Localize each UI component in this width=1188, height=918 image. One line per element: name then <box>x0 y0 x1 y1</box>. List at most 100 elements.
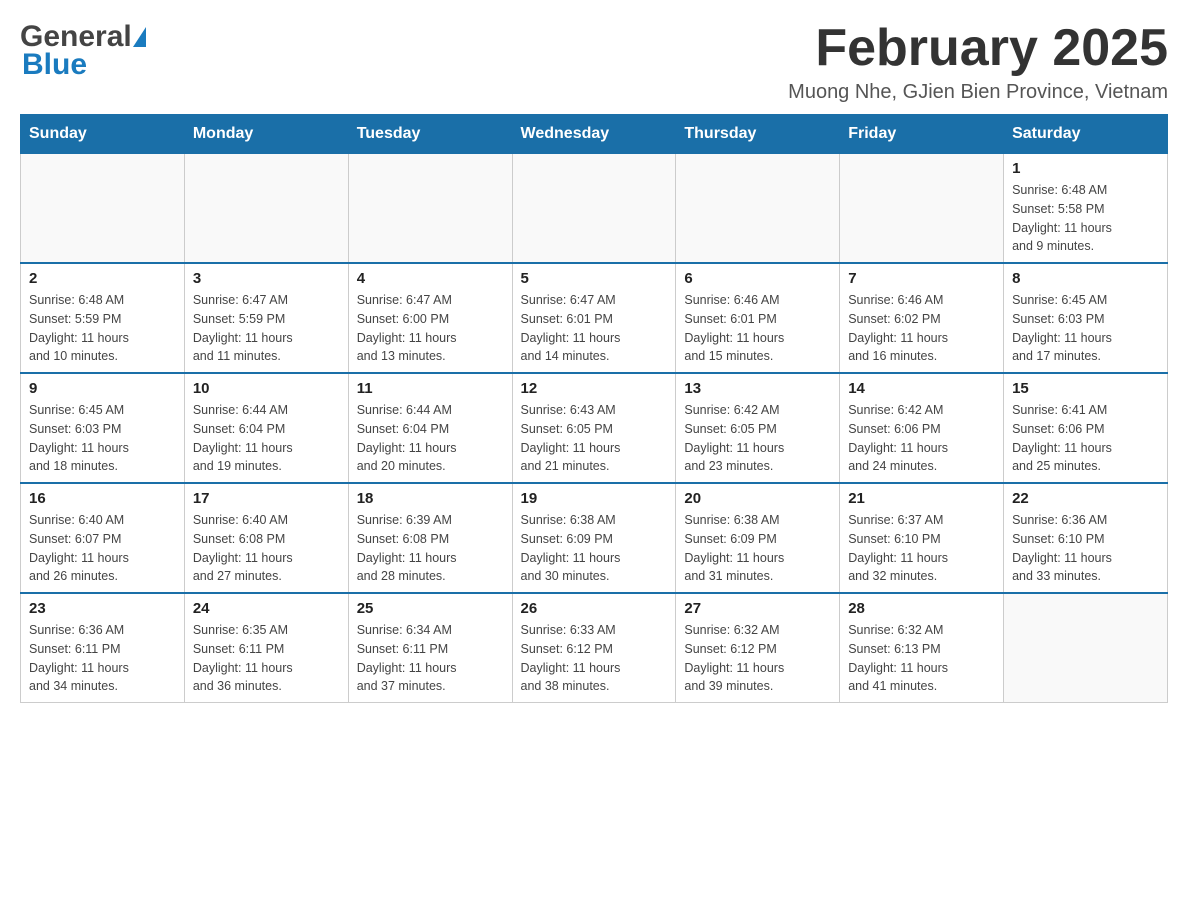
day-info: Sunrise: 6:48 AMSunset: 5:59 PMDaylight:… <box>29 291 176 366</box>
calendar-cell: 16 Sunrise: 6:40 AMSunset: 6:07 PMDayligh… <box>21 483 185 593</box>
day-info: Sunrise: 6:38 AMSunset: 6:09 PMDaylight:… <box>684 511 831 586</box>
calendar-week-2: 2 Sunrise: 6:48 AMSunset: 5:59 PMDaylight… <box>21 263 1168 373</box>
weekday-header-row: SundayMondayTuesdayWednesdayThursdayFrid… <box>21 115 1168 154</box>
calendar-cell: 5Sunrise: 6:47 AMSunset: 6:01 PMDaylight… <box>512 263 676 373</box>
calendar-cell: 1 Sunrise: 6:48 AMSunset: 5:58 PMDaylight… <box>1004 154 1168 264</box>
calendar-cell <box>840 154 1004 264</box>
day-number: 27 <box>684 600 831 617</box>
day-number: 11 <box>357 380 504 397</box>
day-number: 3 <box>193 270 340 287</box>
weekday-header-wednesday: Wednesday <box>512 115 676 154</box>
day-number: 25 <box>357 600 504 617</box>
calendar-cell <box>676 154 840 264</box>
day-info: Sunrise: 6:34 AMSunset: 6:11 PMDaylight:… <box>357 621 504 696</box>
day-number: 17 <box>193 490 340 507</box>
day-number: 19 <box>521 490 668 507</box>
calendar-cell: 21 Sunrise: 6:37 AMSunset: 6:10 PMDayligh… <box>840 483 1004 593</box>
logo: General Blue <box>20 20 146 82</box>
calendar-cell: 9 Sunrise: 6:45 AMSunset: 6:03 PMDaylight… <box>21 373 185 483</box>
page-title: February 2025 <box>788 20 1168 77</box>
calendar-cell: 20 Sunrise: 6:38 AMSunset: 6:09 PMDayligh… <box>676 483 840 593</box>
day-info: Sunrise: 6:45 AMSunset: 6:03 PMDaylight:… <box>1012 291 1159 366</box>
day-info: Sunrise: 6:33 AMSunset: 6:12 PMDaylight:… <box>521 621 668 696</box>
day-number: 23 <box>29 600 176 617</box>
calendar-cell: 8 Sunrise: 6:45 AMSunset: 6:03 PMDaylight… <box>1004 263 1168 373</box>
day-number: 1 <box>1012 160 1159 177</box>
calendar-week-5: 23 Sunrise: 6:36 AMSunset: 6:11 PMDayligh… <box>21 593 1168 703</box>
day-number: 13 <box>684 380 831 397</box>
day-info: Sunrise: 6:43 AMSunset: 6:05 PMDaylight:… <box>521 401 668 476</box>
title-area: February 2025 Muong Nhe, GJien Bien Prov… <box>788 20 1168 104</box>
calendar-cell: 15 Sunrise: 6:41 AMSunset: 6:06 PMDayligh… <box>1004 373 1168 483</box>
calendar-cell <box>348 154 512 264</box>
day-number: 21 <box>848 490 995 507</box>
calendar-cell: 28Sunrise: 6:32 AMSunset: 6:13 PMDayligh… <box>840 593 1004 703</box>
day-number: 8 <box>1012 270 1159 287</box>
calendar-cell: 23 Sunrise: 6:36 AMSunset: 6:11 PMDayligh… <box>21 593 185 703</box>
day-info: Sunrise: 6:32 AMSunset: 6:13 PMDaylight:… <box>848 621 995 696</box>
day-number: 18 <box>357 490 504 507</box>
day-info: Sunrise: 6:32 AMSunset: 6:12 PMDaylight:… <box>684 621 831 696</box>
day-info: Sunrise: 6:41 AMSunset: 6:06 PMDaylight:… <box>1012 401 1159 476</box>
day-number: 7 <box>848 270 995 287</box>
calendar-table: SundayMondayTuesdayWednesdayThursdayFrid… <box>20 114 1168 703</box>
day-info: Sunrise: 6:45 AMSunset: 6:03 PMDaylight:… <box>29 401 176 476</box>
day-number: 2 <box>29 270 176 287</box>
calendar-cell: 11 Sunrise: 6:44 AMSunset: 6:04 PMDayligh… <box>348 373 512 483</box>
weekday-header-tuesday: Tuesday <box>348 115 512 154</box>
calendar-cell: 10Sunrise: 6:44 AMSunset: 6:04 PMDayligh… <box>184 373 348 483</box>
day-number: 12 <box>521 380 668 397</box>
day-number: 16 <box>29 490 176 507</box>
weekday-header-saturday: Saturday <box>1004 115 1168 154</box>
calendar-cell: 17 Sunrise: 6:40 AMSunset: 6:08 PMDayligh… <box>184 483 348 593</box>
day-number: 4 <box>357 270 504 287</box>
weekday-header-sunday: Sunday <box>21 115 185 154</box>
page-subtitle: Muong Nhe, GJien Bien Province, Vietnam <box>788 81 1168 104</box>
calendar-cell: 26 Sunrise: 6:33 AMSunset: 6:12 PMDayligh… <box>512 593 676 703</box>
header: General Blue February 2025 Muong Nhe, GJ… <box>20 20 1168 104</box>
day-info: Sunrise: 6:42 AMSunset: 6:06 PMDaylight:… <box>848 401 995 476</box>
calendar-cell: 14 Sunrise: 6:42 AMSunset: 6:06 PMDayligh… <box>840 373 1004 483</box>
day-number: 9 <box>29 380 176 397</box>
weekday-header-monday: Monday <box>184 115 348 154</box>
calendar-cell: 6Sunrise: 6:46 AMSunset: 6:01 PMDaylight… <box>676 263 840 373</box>
day-info: Sunrise: 6:36 AMSunset: 6:10 PMDaylight:… <box>1012 511 1159 586</box>
calendar-cell: 19 Sunrise: 6:38 AMSunset: 6:09 PMDayligh… <box>512 483 676 593</box>
day-info: Sunrise: 6:47 AMSunset: 5:59 PMDaylight:… <box>193 291 340 366</box>
calendar-week-4: 16 Sunrise: 6:40 AMSunset: 6:07 PMDayligh… <box>21 483 1168 593</box>
day-info: Sunrise: 6:40 AMSunset: 6:08 PMDaylight:… <box>193 511 340 586</box>
day-info: Sunrise: 6:42 AMSunset: 6:05 PMDaylight:… <box>684 401 831 476</box>
calendar-cell: 22 Sunrise: 6:36 AMSunset: 6:10 PMDayligh… <box>1004 483 1168 593</box>
day-number: 15 <box>1012 380 1159 397</box>
day-info: Sunrise: 6:44 AMSunset: 6:04 PMDaylight:… <box>357 401 504 476</box>
day-info: Sunrise: 6:36 AMSunset: 6:11 PMDaylight:… <box>29 621 176 696</box>
day-info: Sunrise: 6:37 AMSunset: 6:10 PMDaylight:… <box>848 511 995 586</box>
day-info: Sunrise: 6:40 AMSunset: 6:07 PMDaylight:… <box>29 511 176 586</box>
calendar-cell: 24Sunrise: 6:35 AMSunset: 6:11 PMDayligh… <box>184 593 348 703</box>
day-number: 5 <box>521 270 668 287</box>
day-info: Sunrise: 6:38 AMSunset: 6:09 PMDaylight:… <box>521 511 668 586</box>
day-number: 20 <box>684 490 831 507</box>
calendar-cell: 25 Sunrise: 6:34 AMSunset: 6:11 PMDayligh… <box>348 593 512 703</box>
day-info: Sunrise: 6:35 AMSunset: 6:11 PMDaylight:… <box>193 621 340 696</box>
day-info: Sunrise: 6:47 AMSunset: 6:00 PMDaylight:… <box>357 291 504 366</box>
weekday-header-friday: Friday <box>840 115 1004 154</box>
calendar-cell: 18Sunrise: 6:39 AMSunset: 6:08 PMDayligh… <box>348 483 512 593</box>
day-info: Sunrise: 6:48 AMSunset: 5:58 PMDaylight:… <box>1012 181 1159 256</box>
calendar-cell: 2 Sunrise: 6:48 AMSunset: 5:59 PMDaylight… <box>21 263 185 373</box>
calendar-cell <box>1004 593 1168 703</box>
day-info: Sunrise: 6:44 AMSunset: 6:04 PMDaylight:… <box>193 401 340 476</box>
calendar-week-1: 1 Sunrise: 6:48 AMSunset: 5:58 PMDaylight… <box>21 154 1168 264</box>
calendar-header: SundayMondayTuesdayWednesdayThursdayFrid… <box>21 115 1168 154</box>
calendar-body: 1 Sunrise: 6:48 AMSunset: 5:58 PMDaylight… <box>21 154 1168 703</box>
calendar-cell: 27 Sunrise: 6:32 AMSunset: 6:12 PMDayligh… <box>676 593 840 703</box>
calendar-cell <box>21 154 185 264</box>
day-number: 22 <box>1012 490 1159 507</box>
calendar-cell: 7Sunrise: 6:46 AMSunset: 6:02 PMDaylight… <box>840 263 1004 373</box>
day-number: 6 <box>684 270 831 287</box>
day-number: 14 <box>848 380 995 397</box>
calendar-cell: 13 Sunrise: 6:42 AMSunset: 6:05 PMDayligh… <box>676 373 840 483</box>
calendar-cell: 3 Sunrise: 6:47 AMSunset: 5:59 PMDaylight… <box>184 263 348 373</box>
day-number: 26 <box>521 600 668 617</box>
calendar-cell: 4 Sunrise: 6:47 AMSunset: 6:00 PMDaylight… <box>348 263 512 373</box>
